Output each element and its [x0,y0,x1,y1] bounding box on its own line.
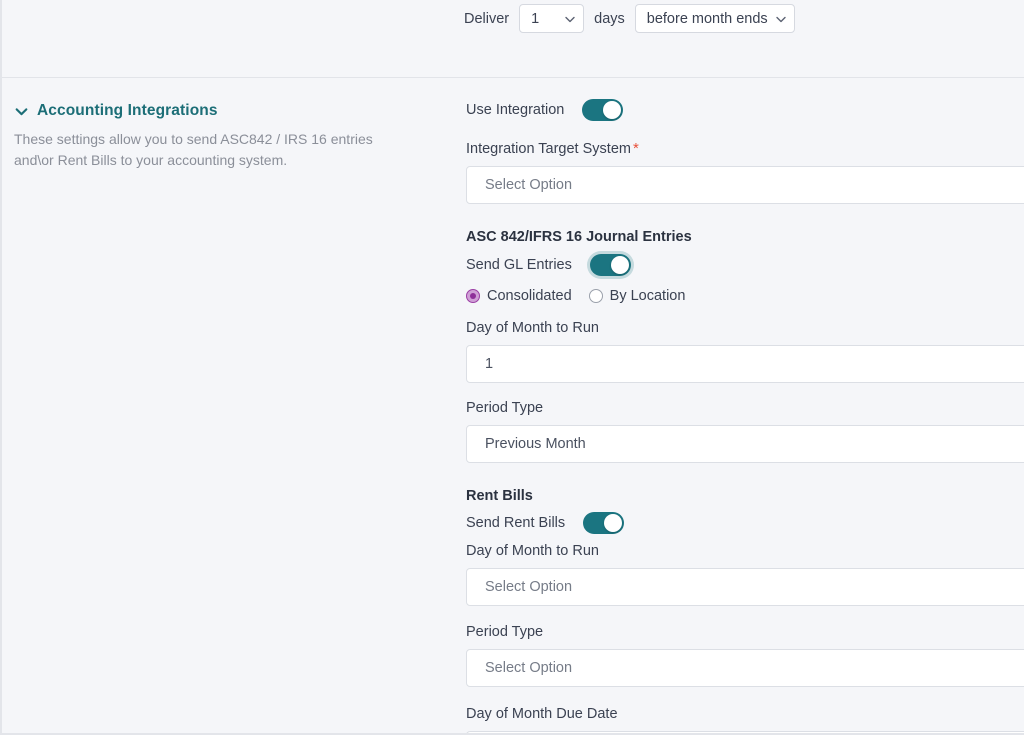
radio-label: Consolidated [487,288,572,304]
settings-page: Deliver 1 days before month ends [0,0,1024,735]
send-gl-entries-row: Send GL Entries [466,254,1024,276]
integration-target-system-label: Integration Target System* [466,140,1024,157]
use-integration-toggle[interactable] [582,99,623,121]
deliver-row: Deliver 1 days before month ends [464,4,795,33]
rent-bills-day-of-month-label: Day of Month to Run [466,543,1024,559]
deliver-timing-select[interactable]: before month ends [635,4,795,33]
send-gl-entries-label: Send GL Entries [466,257,572,273]
deliver-label: Deliver [464,11,509,27]
chevron-down-icon [565,14,574,23]
rent-bills-day-of-month-select[interactable]: Select Option [466,568,1024,606]
section-description-column: Accounting Integrations These settings a… [14,102,434,171]
rent-bills-group: Rent Bills Send Rent Bills Day of Month … [466,488,1024,735]
deliver-days-select[interactable]: 1 [519,4,584,33]
gl-day-of-month-field: Day of Month to Run 1 [466,320,1024,383]
integration-target-system-select[interactable]: Select Option [466,166,1024,204]
rent-bills-due-date-field: Day of Month Due Date [466,706,1024,735]
chevron-down-icon [776,14,785,23]
toggle-knob [611,256,629,274]
send-rent-bills-toggle[interactable] [583,512,624,534]
gl-period-type-label: Period Type [466,400,1024,416]
toggle-knob [603,101,621,119]
send-rent-bills-label: Send Rent Bills [466,515,565,531]
rent-bills-period-type-value: Select Option [485,660,572,676]
radio-option-consolidated[interactable]: Consolidated [466,288,572,304]
send-gl-entries-toggle[interactable] [590,254,631,276]
section-title: Accounting Integrations [37,102,218,120]
deliver-timing-value: before month ends [647,11,768,27]
section-description: These settings allow you to send ASC842 … [14,129,389,171]
rent-bills-day-of-month-value: Select Option [485,579,572,595]
rent-bills-due-date-input[interactable] [466,731,1024,735]
radio-option-by-location[interactable]: By Location [589,288,686,304]
integration-form-column: Use Integration Integration Target Syste… [466,78,1024,735]
use-integration-label: Use Integration [466,102,564,118]
toggle-knob [604,514,622,532]
gl-day-of-month-input[interactable]: 1 [466,345,1024,383]
journal-entries-group: ASC 842/IFRS 16 Journal Entries Send GL … [466,229,1024,463]
rent-bills-period-type-label: Period Type [466,624,1024,640]
rent-bills-group-title: Rent Bills [466,488,1024,504]
days-unit-label: days [594,11,625,27]
gl-entries-scope-radio-group: Consolidated By Location [466,288,1024,304]
delivery-schedule-section: Deliver 1 days before month ends [2,0,1024,77]
radio-indicator [589,289,603,303]
gl-period-type-select[interactable]: Previous Month [466,425,1024,463]
send-rent-bills-row: Send Rent Bills [466,512,1024,534]
integration-target-system-field: Integration Target System* Select Option [466,140,1024,204]
integration-target-system-value: Select Option [485,177,572,193]
radio-indicator [466,289,480,303]
gl-period-type-value: Previous Month [485,436,586,452]
rent-bills-period-type-field: Period Type Select Option [466,624,1024,687]
rent-bills-day-of-month-field: Day of Month to Run Select Option [466,543,1024,606]
gl-day-of-month-value: 1 [485,356,493,372]
required-marker: * [633,140,639,157]
use-integration-row: Use Integration [466,99,1024,121]
deliver-days-value: 1 [531,11,539,27]
gl-period-type-field: Period Type Previous Month [466,400,1024,463]
journal-entries-group-title: ASC 842/IFRS 16 Journal Entries [466,229,1024,245]
chevron-down-icon [14,104,29,119]
rent-bills-period-type-select[interactable]: Select Option [466,649,1024,687]
rent-bills-due-date-label: Day of Month Due Date [466,706,1024,722]
accounting-integrations-header[interactable]: Accounting Integrations [14,102,434,120]
accounting-integrations-section: Accounting Integrations These settings a… [2,78,1024,733]
radio-label: By Location [610,288,686,304]
gl-day-of-month-label: Day of Month to Run [466,320,1024,336]
